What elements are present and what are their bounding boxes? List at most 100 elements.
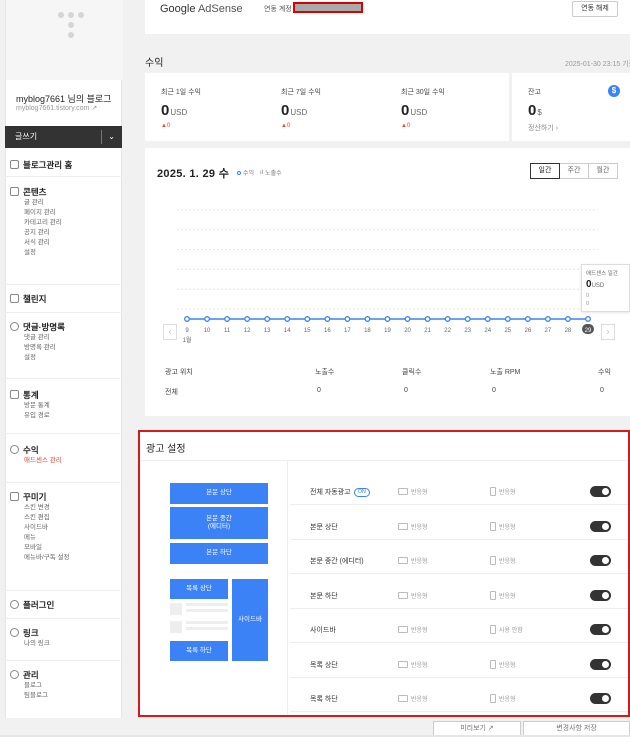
x-tick-label[interactable]: 24	[484, 328, 491, 334]
data-point[interactable]	[464, 316, 471, 322]
mobile-ad-type[interactable]: 반응형	[490, 556, 516, 565]
sidebar-group-title[interactable]: 꾸미기	[10, 490, 69, 503]
sidebar-item[interactable]: 댓글 관리	[10, 333, 65, 343]
mobile-ad-type[interactable]: 반응형	[490, 487, 516, 496]
x-tick-label[interactable]: 13	[264, 328, 271, 334]
sidebar-item[interactable]: 설정	[10, 353, 65, 363]
sidebar-group-title[interactable]: 수익	[10, 443, 62, 456]
unlink-button[interactable]: 연동 해제	[572, 1, 618, 17]
x-tick-label[interactable]: 27	[545, 328, 552, 334]
data-point[interactable]	[244, 316, 251, 322]
sidebar-group-title[interactable]: 통계	[10, 388, 50, 401]
sidebar-item[interactable]: 나의 링크	[10, 639, 50, 649]
sidebar-item[interactable]: 메뉴바/구독 설정	[10, 553, 69, 563]
data-point[interactable]	[484, 316, 491, 322]
period-tab[interactable]: 일간	[530, 163, 560, 179]
pc-ad-type[interactable]: 반응형	[398, 487, 428, 496]
sidebar-item[interactable]: 스킨 편집	[10, 513, 69, 523]
data-point[interactable]	[284, 316, 291, 322]
x-tick-label[interactable]: 15	[304, 328, 311, 334]
sidebar-item[interactable]: 방문 통계	[10, 401, 50, 411]
mobile-ad-type[interactable]: 반응형	[490, 521, 516, 531]
x-tick-label[interactable]: 11	[224, 328, 231, 334]
pc-ad-type[interactable]: 반응형	[398, 660, 428, 669]
sidebar-item[interactable]: 카테고리 관리	[10, 218, 62, 228]
data-point[interactable]	[544, 316, 551, 322]
sidebar-item[interactable]: 페이지 관리	[10, 208, 62, 218]
preview-list-bottom[interactable]: 목록 하단	[170, 641, 228, 661]
preview-content-middle[interactable]: 본문 중간 (에디터)	[170, 507, 268, 539]
ad-toggle[interactable]	[590, 520, 611, 532]
data-point[interactable]	[384, 316, 391, 322]
pc-ad-type[interactable]: 반응형	[398, 591, 428, 600]
sidebar-item[interactable]: 스킨 변경	[10, 503, 69, 513]
ad-toggle[interactable]	[590, 658, 611, 670]
x-tick-label[interactable]: 16	[324, 328, 331, 334]
sidebar-item[interactable]: 블로그	[10, 681, 48, 691]
data-point[interactable]	[585, 316, 591, 322]
data-point[interactable]	[424, 316, 431, 322]
data-point[interactable]	[224, 316, 231, 322]
mobile-ad-type[interactable]: 반응형	[490, 694, 516, 703]
preview-content-bottom[interactable]: 본문 하단	[170, 543, 268, 564]
sidebar-group-title[interactable]: 콘텐츠	[10, 185, 62, 198]
sidebar-item[interactable]: 모바일	[10, 543, 69, 553]
pc-ad-type[interactable]: 반응형	[398, 522, 428, 531]
blog-url[interactable]: myblog7661.tistory.com ↗	[16, 104, 97, 112]
sidebar-group-title[interactable]: 챌린지	[10, 292, 46, 305]
ad-toggle[interactable]	[590, 693, 611, 704]
x-tick-label[interactable]: 28	[565, 328, 572, 334]
data-point[interactable]	[264, 316, 271, 322]
preview-list-top[interactable]: 목록 상단	[170, 579, 228, 599]
write-button[interactable]: 글쓰기 ⌄	[5, 126, 122, 148]
settle-link[interactable]: 정산하기 ›	[528, 123, 558, 133]
sidebar-item-home[interactable]: 블로그관리 홈	[10, 158, 72, 171]
pc-ad-type[interactable]: 반응형	[398, 556, 428, 565]
data-point[interactable]	[504, 316, 511, 322]
sidebar-item[interactable]: 공지 관리	[10, 228, 62, 238]
x-tick-label[interactable]: 25	[504, 328, 511, 334]
x-tick-label[interactable]: 23	[464, 328, 471, 334]
sidebar-group-title[interactable]: 관리	[10, 668, 48, 681]
profile-image[interactable]	[6, 0, 123, 80]
sidebar-item[interactable]: 유입 경로	[10, 411, 50, 421]
sidebar-item[interactable]: 설정	[10, 248, 62, 258]
sidebar-item[interactable]: 팀블로그	[10, 691, 48, 701]
data-point[interactable]	[324, 316, 331, 322]
x-tick-label[interactable]: 17	[344, 328, 351, 334]
ad-toggle[interactable]	[590, 589, 611, 601]
sidebar-group-title[interactable]: 플러그인	[10, 598, 54, 611]
data-point[interactable]	[184, 316, 190, 322]
x-tick-label[interactable]: 18	[364, 328, 371, 334]
data-point[interactable]	[404, 316, 411, 322]
ad-toggle[interactable]	[590, 555, 611, 566]
data-point[interactable]	[364, 316, 371, 322]
data-point[interactable]	[524, 316, 531, 322]
chart-prev-button[interactable]: ‹	[163, 324, 177, 340]
sidebar-item[interactable]: 글 관리	[10, 198, 62, 208]
data-point[interactable]	[344, 316, 351, 322]
data-point[interactable]	[204, 316, 210, 322]
x-tick-label[interactable]: 9	[185, 328, 189, 334]
x-tick-label[interactable]: 26	[525, 328, 532, 334]
data-point[interactable]	[304, 316, 311, 322]
chevron-down-icon[interactable]: ⌄	[108, 126, 115, 148]
x-tick-label[interactable]: 21	[424, 328, 431, 334]
sidebar-item[interactable]: 사이드바	[10, 523, 69, 533]
x-tick-label[interactable]: 19	[384, 328, 391, 334]
data-point[interactable]	[565, 316, 571, 322]
x-tick-label[interactable]: 22	[444, 328, 451, 334]
sidebar-item[interactable]: 메뉴	[10, 533, 69, 543]
mobile-ad-type[interactable]: 반응형	[490, 590, 516, 600]
sidebar-item[interactable]: 서식 관리	[10, 238, 62, 248]
x-tick-label[interactable]: 10	[204, 328, 211, 334]
ad-toggle[interactable]	[590, 486, 611, 497]
chart-next-button[interactable]: ›	[601, 324, 615, 340]
sidebar-item[interactable]: 애드센스 관리	[10, 456, 62, 466]
preview-content-top[interactable]: 본문 상단	[170, 483, 268, 504]
pc-ad-type[interactable]: 반응형	[398, 625, 428, 634]
mobile-ad-type[interactable]: 사용 안함	[490, 625, 523, 634]
pc-ad-type[interactable]: 반응형	[398, 694, 428, 703]
x-tick-label[interactable]: 29	[585, 328, 592, 334]
ad-toggle[interactable]	[590, 624, 611, 635]
